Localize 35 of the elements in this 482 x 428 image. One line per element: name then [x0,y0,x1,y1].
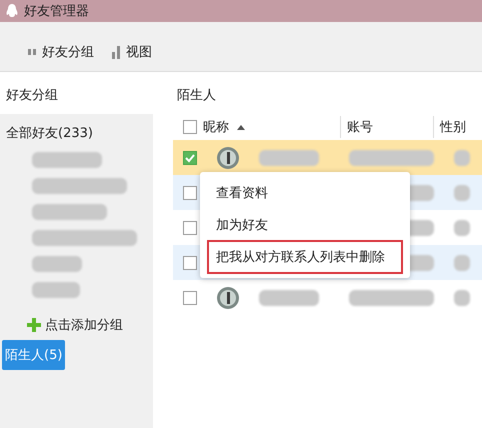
blurred-text [454,254,470,270]
blurred-text [454,290,470,306]
avatar [217,286,239,308]
checkbox[interactable] [183,256,197,270]
blurred-text [259,150,319,166]
menu-item[interactable]: 加为好友 [200,210,410,240]
checkbox[interactable] [183,290,197,304]
menu-item[interactable]: 把我从对方联系人列表中删除 [209,242,401,272]
checkbox[interactable] [183,150,197,164]
blurred-text [32,282,80,298]
blurred-text [454,150,470,166]
checkbox[interactable] [183,120,197,134]
bar-chart-icon [28,49,36,55]
blurred-text [32,152,102,168]
blurred-text [259,290,319,306]
sort-arrow-icon [237,124,245,130]
checkbox[interactable] [183,220,197,234]
group-item[interactable]: 全部好友(233) [6,124,153,142]
bar-chart-icon [112,46,120,58]
blurred-text [32,256,82,272]
window-title: 好友管理器 [24,3,89,20]
penguin-icon [6,4,18,18]
column-header[interactable]: 账号 [347,118,373,136]
add-group-link[interactable]: 点击添加分组 [45,316,123,334]
blurred-text [454,184,470,200]
checkbox[interactable] [183,186,197,200]
column-header[interactable]: 性别 [440,118,466,136]
toolbar-button[interactable]: 视图 [112,43,152,61]
section-title: 陌生人 [176,87,217,105]
blurred-text [454,220,470,236]
avatar [217,146,239,168]
column-header[interactable]: 昵称 [203,118,229,136]
sidebar-title: 好友分组 [0,72,153,114]
toolbar-button[interactable]: 好友分组 [28,43,94,61]
plus-icon [27,318,41,332]
